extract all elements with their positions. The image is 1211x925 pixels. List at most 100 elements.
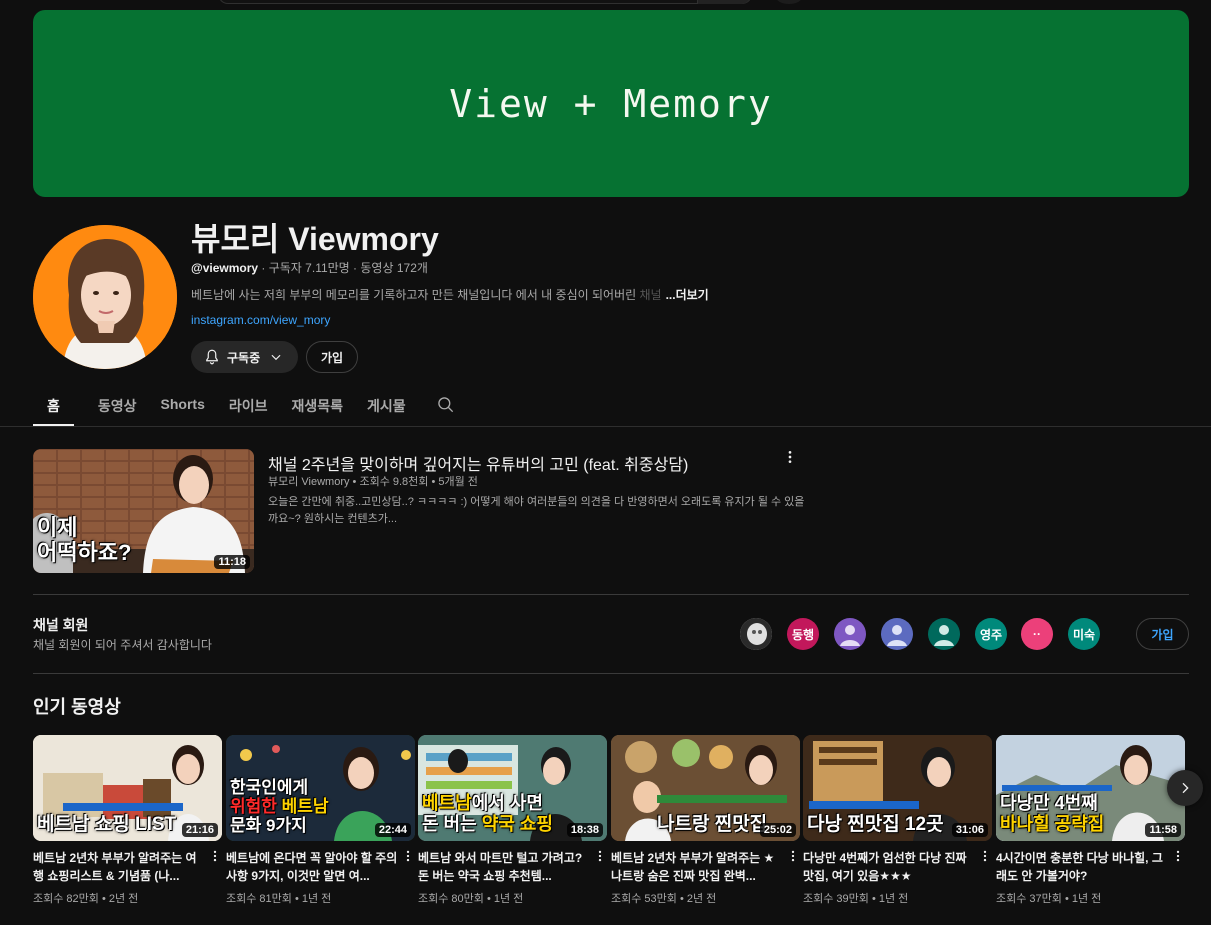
banner-text: View + Memory: [449, 81, 773, 126]
voice-search-button-edge[interactable]: [776, 0, 802, 4]
chevron-down-icon: [271, 354, 281, 361]
thumbnail-overlay-text: 베트남에서 사면 돈 버는 약국 쇼핑: [422, 793, 553, 835]
members-subtitle: 채널 회원이 되어 주셔서 감사합니다: [33, 638, 212, 652]
video-title[interactable]: 베트남 와서 마트만 털고 가려고? 돈 버는 약국 쇼핑 추천템...: [418, 849, 590, 885]
channel-stats: · 구독자 7.11만명 · 동영상 172개: [258, 261, 428, 275]
chevron-right-icon: [1182, 782, 1189, 794]
video-card[interactable]: 다낭 찐맛집 12곳 31:06 다낭만 4번째가 엄선한 다낭 진짜 맛집, …: [803, 735, 992, 906]
more-vert-icon[interactable]: [786, 849, 800, 863]
person-icon: [840, 625, 860, 646]
channel-external-link[interactable]: instagram.com/view_mory: [191, 313, 330, 327]
person-icon: [934, 625, 954, 646]
section-divider: [33, 673, 1189, 674]
member-avatar[interactable]: [740, 618, 772, 650]
video-card[interactable]: 베트남 쇼핑 LIST 21:16 베트남 2년차 부부가 알려주는 여행 쇼핑…: [33, 735, 222, 906]
description-text: 베트남에 사는 저희 부부의 메모리를 기록하고자 만든 채널입니다 에서 내 …: [191, 288, 640, 302]
video-duration: 25:02: [759, 823, 796, 837]
channel-handle: @viewmory: [191, 261, 259, 275]
video-thumbnail[interactable]: 나트랑 찐맛집 25:02: [611, 735, 800, 841]
thumbnail-overlay-text: 한국인에게 위험한 베트남 문화 9가지: [230, 778, 329, 835]
thumbnail-overlay-text: 다낭만 4번째 바나힐 공략집: [1000, 793, 1104, 835]
video-card[interactable]: 베트남에서 사면 돈 버는 약국 쇼핑 18:38 베트남 와서 마트만 털고 가…: [418, 735, 607, 906]
more-vert-icon[interactable]: [208, 849, 222, 863]
video-thumbnail[interactable]: 베트남에서 사면 돈 버는 약국 쇼핑 18:38: [418, 735, 607, 841]
search-bar-edge[interactable]: [218, 0, 752, 4]
video-thumbnail[interactable]: 다낭만 4번째 바나힐 공략집 11:58: [996, 735, 1185, 841]
subscribed-button[interactable]: 구독중: [191, 341, 298, 373]
bell-icon: [206, 349, 218, 365]
members-title: 채널 회원: [33, 617, 89, 633]
video-title[interactable]: 베트남 2년차 부부가 알려주는 ★나트랑 숨은 진짜 맛집 완벽...: [611, 849, 783, 885]
tab-videos[interactable]: 동영상: [98, 392, 137, 426]
more-link[interactable]: ...더보기: [666, 288, 709, 302]
overlay-line-2: 돈 버는: [422, 814, 482, 834]
overlay-line-2-yellow: 바나힐 공략집: [1000, 814, 1105, 834]
video-duration: 11:18: [214, 555, 250, 569]
overlay-line-2-yellow: 약국 쇼핑: [481, 814, 553, 834]
featured-video-thumbnail[interactable]: 이제 어떡하죠? 11:18: [33, 449, 254, 573]
channel-name: 뷰모리 Viewmory: [191, 221, 439, 257]
video-meta: 조회수 80만회 • 1년 전: [418, 893, 524, 905]
popular-videos-title: 인기 동영상: [33, 697, 121, 717]
channel-meta: @viewmory · 구독자 7.11만명 · 동영상 172개: [191, 259, 428, 276]
video-duration: 21:16: [181, 823, 218, 837]
tab-home[interactable]: 홈: [33, 392, 74, 426]
subscribed-label: 구독중: [227, 350, 261, 365]
channel-tabs: 홈 동영상 Shorts 라이브 재생목록 게시물: [33, 392, 456, 426]
video-title[interactable]: 베트남 2년차 부부가 알려주는 여행 쇼핑리스트 & 기념품 (나...: [33, 849, 205, 885]
overlay-line-1: 다낭만 4번째: [1000, 793, 1098, 813]
member-avatar[interactable]: 영주: [975, 618, 1007, 650]
video-meta: 조회수 53만회 • 2년 전: [611, 893, 717, 905]
video-meta: 조회수 81만회 • 1년 전: [226, 893, 332, 905]
thumbnail-overlay-text: 베트남 쇼핑 LIST: [37, 814, 177, 835]
join-button[interactable]: 가입: [306, 341, 358, 373]
member-avatar[interactable]: [928, 618, 960, 650]
description-fade: 채널: [639, 288, 662, 302]
tab-playlists[interactable]: 재생목록: [292, 392, 344, 426]
youtube-channel-page: View + Memory 뷰모리 Viewmory @viewmory · 구…: [0, 0, 1211, 925]
tab-posts[interactable]: 게시물: [367, 392, 406, 426]
tab-shorts[interactable]: Shorts: [161, 392, 205, 426]
thumbnail-overlay-text: 나트랑 찐맛집: [657, 814, 768, 835]
video-meta: 조회수 82만회 • 2년 전: [33, 893, 139, 905]
video-thumbnail[interactable]: 베트남 쇼핑 LIST 21:16: [33, 735, 222, 841]
more-vert-icon[interactable]: [1171, 849, 1185, 863]
search-icon[interactable]: [436, 395, 456, 415]
video-card[interactable]: 다낭만 4번째 바나힐 공략집 11:58 4시간이면 충분한 다낭 바나힐, 그…: [996, 735, 1185, 906]
video-duration: 31:06: [951, 823, 988, 837]
section-divider: [33, 594, 1189, 595]
video-thumbnail[interactable]: 다낭 찐맛집 12곳 31:06: [803, 735, 992, 841]
overlay-line-1: 이제: [37, 515, 78, 540]
channel-avatar[interactable]: [33, 225, 177, 369]
featured-video-title[interactable]: 채널 2주년을 맞이하며 깊어지는 유튜버의 고민 (feat. 취중상담): [268, 451, 688, 475]
more-vert-icon[interactable]: [401, 849, 415, 863]
carousel-next-button[interactable]: [1167, 770, 1203, 806]
more-vert-icon[interactable]: [782, 449, 798, 465]
overlay-line-1: 한국인에게: [230, 778, 309, 797]
overlay-line-2-yellow: 베트남: [276, 797, 329, 816]
channel-description[interactable]: 베트남에 사는 저희 부부의 메모리를 기록하고자 만든 채널입니다 에서 내 …: [191, 286, 709, 303]
video-title[interactable]: 4시간이면 충분한 다낭 바나힐, 그래도 안 가볼거야?: [996, 849, 1168, 885]
photo-avatar-icon: [740, 618, 772, 650]
tab-live[interactable]: 라이브: [229, 392, 268, 426]
member-avatar[interactable]: [834, 618, 866, 650]
video-card[interactable]: 한국인에게 위험한 베트남 문화 9가지 22:44 베트남에 온다면 꼭 알아야 …: [226, 735, 415, 906]
member-avatar[interactable]: 동행: [787, 618, 819, 650]
video-title[interactable]: 다낭만 4번째가 엄선한 다낭 진짜 맛집, 여기 있음★★★: [803, 849, 975, 885]
more-vert-icon[interactable]: [593, 849, 607, 863]
featured-video-description: 오늘은 간만에 취중..고민상담..? ㅋㅋㅋㅋ :) 어떻게 해야 여러분들의…: [268, 496, 805, 525]
video-duration: 11:58: [1145, 823, 1181, 837]
overlay-line-1: 에서 사면: [471, 793, 543, 813]
search-button-edge[interactable]: [697, 0, 751, 4]
more-vert-icon[interactable]: [978, 849, 992, 863]
member-join-button[interactable]: 가입: [1136, 618, 1189, 650]
video-duration: 18:38: [566, 823, 603, 837]
member-avatar[interactable]: ··: [1021, 618, 1053, 650]
video-thumbnail[interactable]: 한국인에게 위험한 베트남 문화 9가지 22:44: [226, 735, 415, 841]
featured-video-meta: 뷰모리 Viewmory • 조회수 9.8천회 • 5개월 전: [268, 476, 478, 488]
video-title[interactable]: 베트남에 온다면 꼭 알아야 할 주의사항 9가지, 이것만 알면 여...: [226, 849, 398, 885]
member-avatar[interactable]: 미숙: [1068, 618, 1100, 650]
video-card[interactable]: 나트랑 찐맛집 25:02 베트남 2년차 부부가 알려주는 ★나트랑 숨은 진…: [611, 735, 800, 906]
tabs-divider: [0, 426, 1211, 427]
member-avatar[interactable]: [881, 618, 913, 650]
